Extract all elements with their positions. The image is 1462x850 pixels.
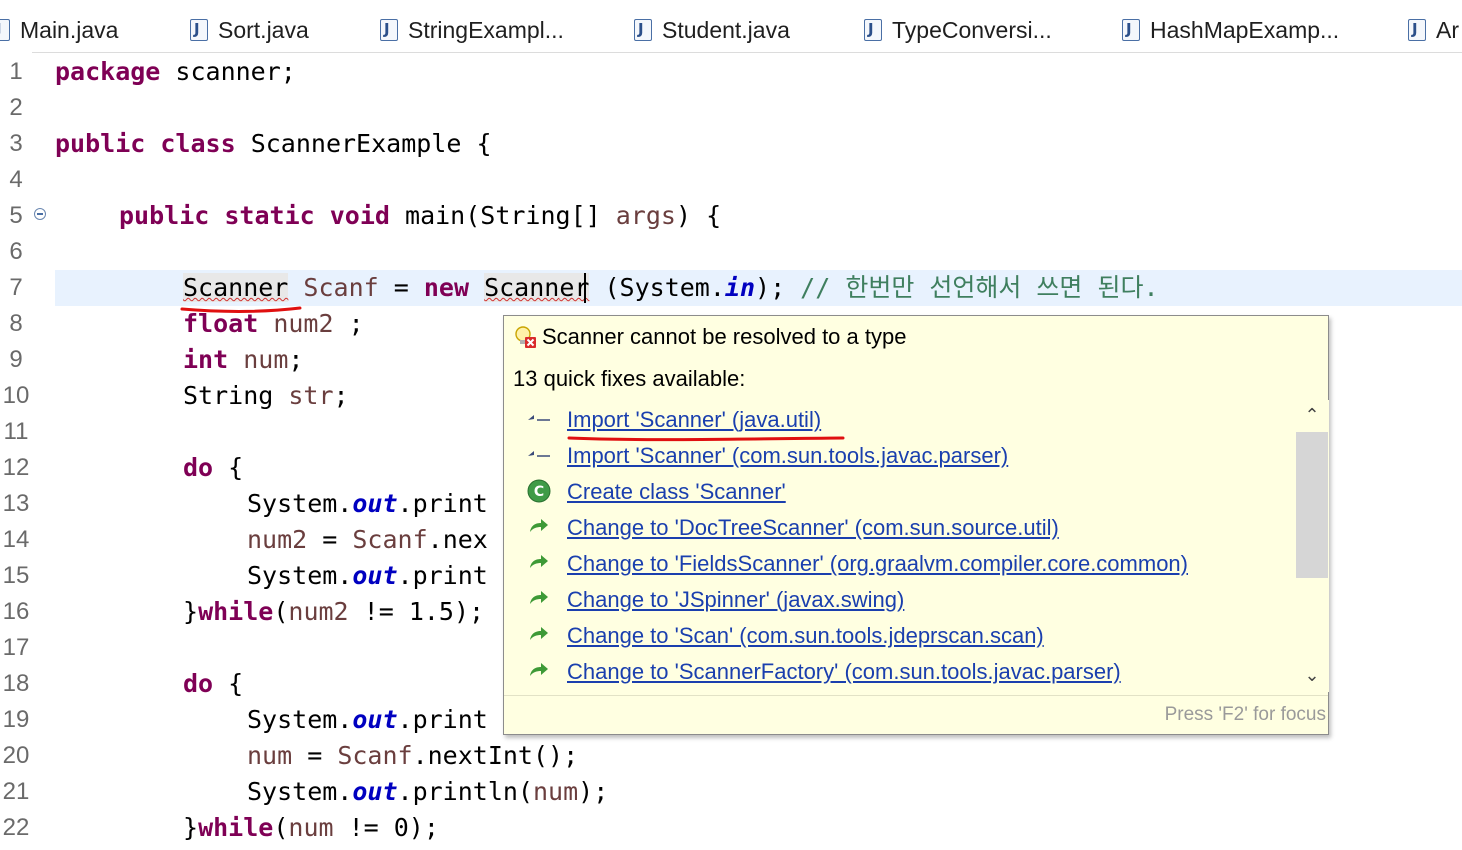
change-arrow-icon [530, 519, 548, 532]
quick-fix-item[interactable]: Change to 'DocTreeScanner' (com.sun.sour… [504, 508, 1294, 544]
java-file-icon [380, 19, 398, 41]
line-number: 20 [2, 742, 30, 769]
tab-sort-java[interactable]: Sort.java [190, 14, 309, 46]
current-code-line: 7 Scanner Scanf = new Scanner (System.in… [0, 270, 1462, 306]
line-number: 13 [2, 490, 30, 517]
line-number: 1 [9, 58, 23, 85]
code-line: 20 num = Scanf.nextInt(); [0, 738, 1462, 774]
line-number: 14 [2, 526, 30, 553]
quick-fix-footer: Press 'F2' for focus [504, 695, 1328, 734]
scroll-down-icon[interactable]: ⌄ [1295, 660, 1329, 692]
quick-fix-scrollbar[interactable]: ⌃ ⌄ [1295, 400, 1329, 692]
quick-fix-item[interactable]: Import 'Scanner' (java.util) [504, 400, 1294, 436]
line-number: 16 [2, 598, 30, 625]
quick-fix-item[interactable]: Change to 'Scan' (com.sun.tools.jdeprsca… [504, 616, 1294, 652]
line-number: 8 [9, 310, 23, 337]
code-line: 3 public class ScannerExample { [0, 126, 1462, 162]
code-line: 1 package scanner; [0, 54, 1462, 90]
error-token[interactable]: Scanner [183, 273, 289, 302]
quick-fix-label[interactable]: Create class 'Scanner' [567, 479, 786, 505]
tab-type-conversion[interactable]: TypeConversi... [864, 14, 1052, 46]
quick-fix-list: Import 'Scanner' (java.util) Import 'Sca… [504, 400, 1294, 692]
quick-fix-item[interactable]: Change to 'JSpinner' (javax.swing) [504, 580, 1294, 616]
quick-fix-label[interactable]: Change to 'ScannerFactory' (com.sun.tool… [567, 659, 1121, 685]
editor-tab-bar: Main.java Sort.java StringExampl... Stud… [0, 0, 1462, 53]
line-number: 19 [2, 706, 30, 733]
tab-string-example[interactable]: StringExampl... [380, 14, 564, 46]
code-line: 2 [0, 90, 1462, 126]
line-number: 12 [2, 454, 30, 481]
java-file-icon [1122, 19, 1140, 41]
create-class-icon: C [527, 479, 551, 503]
java-file-icon [0, 19, 10, 41]
error-token[interactable]: Scanner [484, 273, 590, 302]
lightbulb-error-icon [515, 326, 536, 348]
scroll-up-icon[interactable]: ⌃ [1295, 400, 1329, 432]
tab-student-java[interactable]: Student.java [634, 14, 790, 46]
code-line: 5 public static void main(String[] args)… [0, 198, 1462, 234]
line-number: 3 [9, 130, 23, 157]
text-caret [584, 273, 586, 303]
scroll-thumb[interactable] [1296, 432, 1328, 578]
quick-fix-item[interactable]: Change to 'FieldsScanner' (org.graalvm.c… [504, 544, 1294, 580]
tab-main-java[interactable]: Main.java [0, 14, 118, 46]
quick-fix-popup[interactable]: Scanner cannot be resolved to a type 13 … [503, 315, 1329, 735]
code-line: 4 [0, 162, 1462, 198]
line-number: 4 [9, 166, 23, 193]
java-file-icon [1408, 19, 1426, 41]
quick-fix-item[interactable]: Import 'Scanner' (com.sun.tools.javac.pa… [504, 436, 1294, 472]
java-file-icon [190, 19, 208, 41]
quick-fix-label[interactable]: Change to 'FieldsScanner' (org.graalvm.c… [567, 551, 1188, 577]
line-number: 5 [9, 202, 23, 229]
line-number: 22 [2, 814, 30, 841]
tab-hashmap-example[interactable]: HashMapExamp... [1122, 14, 1339, 46]
quick-fix-title: Scanner cannot be resolved to a type [542, 324, 907, 349]
code-line: 22 }while(num != 0); [0, 810, 1462, 846]
quick-fix-label[interactable]: Change to 'DocTreeScanner' (com.sun.sour… [567, 515, 1059, 541]
quick-fix-label[interactable]: Import 'Scanner' (com.sun.tools.javac.pa… [567, 443, 1008, 469]
line-number: 18 [2, 670, 30, 697]
collapse-icon[interactable] [34, 208, 46, 220]
code-line: 6 [0, 234, 1462, 270]
change-arrow-icon [530, 627, 548, 640]
line-number: 9 [9, 346, 23, 373]
quick-fix-item[interactable]: Change to 'ScannerFactory' (com.sun.tool… [504, 652, 1294, 688]
code-line: 21 System.out.println(num); [0, 774, 1462, 810]
java-file-icon [864, 19, 882, 41]
java-file-icon [634, 19, 652, 41]
focus-hint: Press 'F2' for focus [1164, 704, 1326, 725]
line-number: 6 [9, 238, 23, 265]
keyword: package [55, 57, 161, 86]
change-arrow-icon [530, 555, 548, 568]
quick-fix-count: 13 quick fixes available: [513, 366, 746, 391]
line-number: 2 [9, 94, 23, 121]
svg-text:C: C [534, 484, 544, 500]
quick-fix-label[interactable]: Change to 'JSpinner' (javax.swing) [567, 587, 904, 613]
line-number: 17 [2, 634, 30, 661]
change-arrow-icon [530, 663, 548, 676]
line-number: 11 [3, 418, 29, 445]
import-icon [528, 451, 550, 457]
code-comment: // 한번만 선언해서 쓰면 된다. [800, 273, 1159, 302]
line-number: 10 [2, 382, 30, 409]
import-icon [528, 415, 550, 421]
quick-fix-item[interactable]: C Create class 'Scanner' [504, 472, 1294, 508]
quick-fix-label[interactable]: Import 'Scanner' (java.util) [567, 407, 821, 433]
quick-fix-label[interactable]: Change to 'Scan' (com.sun.tools.jdeprsca… [567, 623, 1044, 649]
tab-overflow[interactable]: Ar [1408, 14, 1459, 46]
change-arrow-icon [530, 591, 548, 604]
line-number: 21 [2, 778, 30, 805]
line-number: 7 [9, 274, 23, 301]
line-number: 15 [2, 562, 30, 589]
